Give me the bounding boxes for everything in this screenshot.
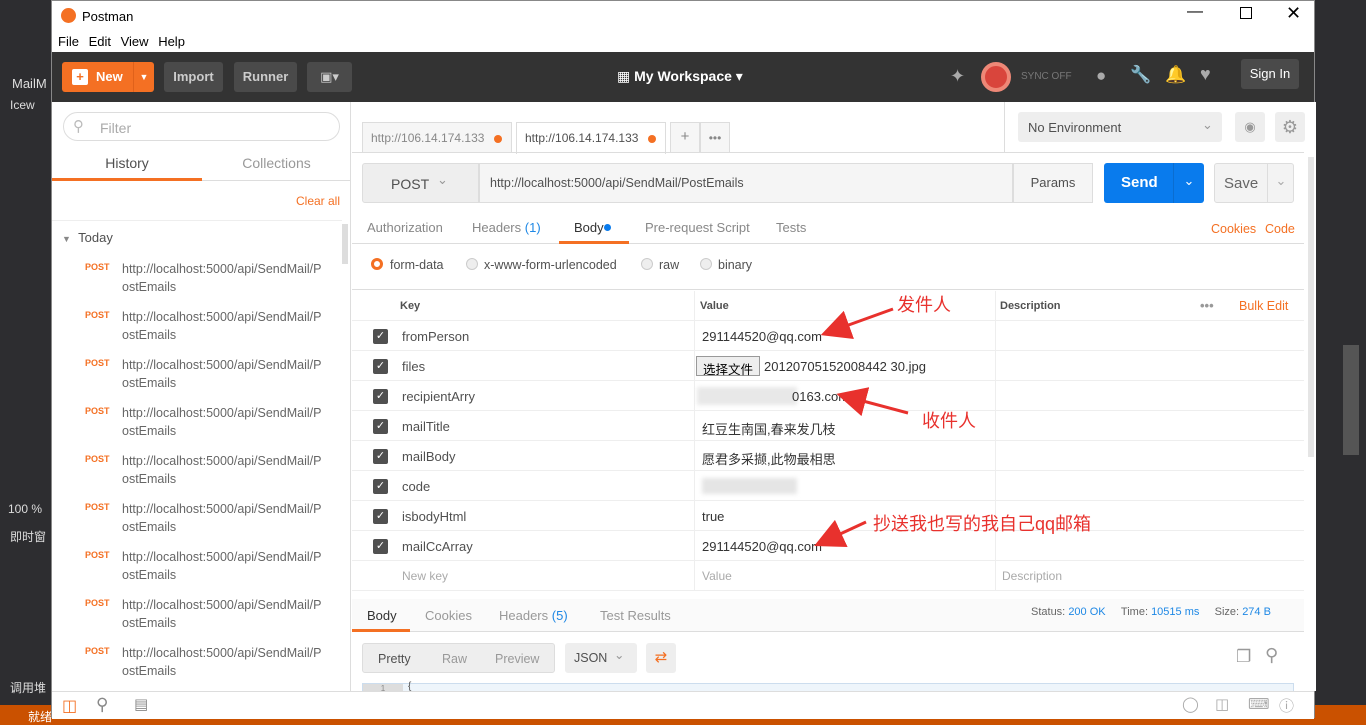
arrow-recipient [836,387,909,417]
arrow-cc [814,519,867,548]
annotation-arrows [814,307,909,548]
arrow-sender [820,307,894,340]
